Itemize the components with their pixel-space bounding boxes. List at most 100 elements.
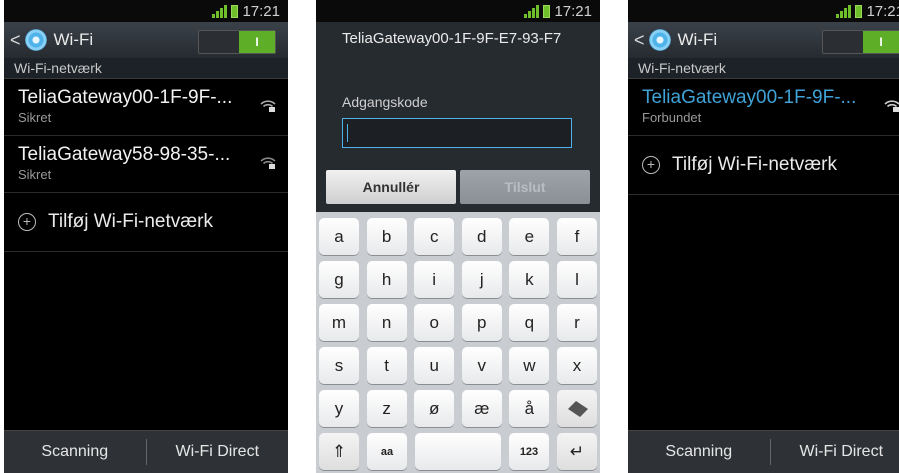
password-dialog: TeliaGateway00-1F-9F-E7-93-F7 Adgangskod… (316, 22, 600, 212)
key[interactable]: m (319, 304, 359, 341)
settings-gear-icon[interactable] (648, 29, 671, 51)
key[interactable]: l (556, 261, 597, 298)
key[interactable]: w (509, 347, 550, 384)
page-title: Wi-Fi (677, 30, 718, 49)
backspace-icon (567, 400, 588, 417)
keyboard-row: a b c d e f (316, 218, 600, 255)
signal-icon (524, 4, 540, 18)
status-bar: 17:21 (628, 0, 899, 22)
phone-screen-connected: 17:21 < Wi-Fi I Wi-Fi-netværk TeliaGatew… (628, 0, 899, 473)
shift-key[interactable]: ⇑ (319, 433, 359, 470)
key[interactable]: c (414, 218, 455, 255)
back-icon[interactable]: < (634, 30, 645, 51)
page-title: Wi-Fi (53, 30, 94, 49)
add-network-button[interactable]: + Tilføj Wi-Fi-netværk (628, 136, 899, 195)
plus-icon: + (18, 213, 36, 231)
key[interactable]: k (509, 261, 550, 298)
status-bar: 17:21 (316, 0, 600, 22)
key[interactable]: a (319, 218, 359, 255)
battery-icon (231, 4, 239, 18)
keyboard-row: y z ø æ å (316, 390, 600, 427)
phone-screen-password-dialog: 17:21 TeliaGateway00-1F-9F-E7-93-F7 Adga… (316, 0, 600, 473)
network-status: Sikret (18, 167, 52, 182)
battery-icon (543, 4, 551, 18)
keyboard-row: s t u v w x (316, 347, 600, 384)
password-input[interactable] (342, 118, 572, 148)
clock: 17:21 (242, 2, 280, 20)
key[interactable]: o (414, 304, 455, 341)
key[interactable]: b (366, 218, 407, 255)
network-status: Forbundet (642, 110, 702, 125)
clock: 17:21 (866, 2, 899, 20)
bottom-bar: Scanning Wi-Fi Direct (628, 430, 899, 473)
keyboard-row: m n o p q r (316, 304, 600, 341)
key[interactable]: g (319, 261, 359, 298)
scan-button[interactable]: Scanning (628, 443, 770, 461)
key[interactable]: h (366, 261, 407, 298)
wifi-toggle[interactable]: I (822, 30, 899, 54)
wifi-direct-button[interactable]: Wi-Fi Direct (147, 443, 289, 461)
keyboard: a b c d e f g h i j k l m n o p q r s t … (316, 212, 600, 473)
key[interactable]: x (556, 347, 597, 384)
key[interactable]: p (461, 304, 502, 341)
add-network-label: Tilføj Wi-Fi-netværk (48, 211, 213, 232)
network-item[interactable]: TeliaGateway58-98-35-... Sikret (4, 136, 288, 193)
section-header: Wi-Fi-netværk (4, 58, 288, 79)
status-bar: 17:21 (4, 0, 288, 22)
key[interactable]: t (366, 347, 407, 384)
key[interactable]: å (509, 390, 550, 427)
bottom-bar: Scanning Wi-Fi Direct (4, 430, 288, 473)
cancel-button[interactable]: Annullér (326, 170, 456, 204)
key[interactable]: y (319, 390, 359, 427)
key[interactable]: n (366, 304, 407, 341)
network-item[interactable]: TeliaGateway00-1F-9F-... Sikret (4, 79, 288, 136)
dialog-buttons: Annullér Tilslut (316, 170, 600, 210)
wifi-locked-icon (884, 100, 899, 112)
wifi-locked-icon (260, 157, 276, 169)
password-label: Adgangskode (342, 94, 428, 110)
add-network-button[interactable]: + Tilføj Wi-Fi-netværk (4, 193, 288, 252)
key[interactable]: s (319, 347, 359, 384)
back-icon[interactable]: < (10, 30, 21, 51)
network-item-connected[interactable]: TeliaGateway00-1F-9F-... Forbundet (628, 79, 899, 136)
key[interactable]: e (509, 218, 550, 255)
toggle-knob: I (863, 31, 899, 53)
keyboard-row: ⇑ aa 123 ↵ (316, 433, 600, 470)
settings-gear-icon[interactable] (24, 29, 47, 51)
key[interactable]: f (556, 218, 597, 255)
case-key[interactable]: aa (367, 433, 407, 470)
key[interactable]: d (461, 218, 502, 255)
phone-screen-wifi-list: 17:21 < Wi-Fi I Wi-Fi-netværk TeliaGatew… (4, 0, 288, 473)
section-header: Wi-Fi-netværk (628, 58, 899, 79)
keyboard-row: g h i j k l (316, 261, 600, 298)
symbols-key[interactable]: 123 (509, 433, 549, 470)
key[interactable]: i (414, 261, 455, 298)
key[interactable]: r (556, 304, 597, 341)
enter-key[interactable]: ↵ (557, 433, 597, 470)
network-ssid: TeliaGateway58-98-35-... (18, 144, 231, 165)
wifi-toggle[interactable]: I (198, 30, 276, 54)
clock: 17:21 (554, 2, 592, 20)
text-caret (347, 124, 348, 142)
network-ssid: TeliaGateway00-1F-9F-... (642, 87, 857, 108)
key[interactable]: u (414, 347, 455, 384)
key[interactable]: æ (461, 390, 502, 427)
network-ssid: TeliaGateway00-1F-9F-... (18, 87, 233, 108)
key[interactable]: z (366, 390, 407, 427)
key[interactable]: v (461, 347, 502, 384)
wifi-locked-icon (260, 100, 276, 112)
wifi-direct-button[interactable]: Wi-Fi Direct (771, 443, 899, 461)
dialog-title: TeliaGateway00-1F-9F-E7-93-F7 (342, 30, 562, 47)
add-network-label: Tilføj Wi-Fi-netværk (672, 154, 837, 175)
key[interactable]: j (461, 261, 502, 298)
space-key[interactable] (415, 433, 501, 470)
backspace-key[interactable] (556, 390, 597, 427)
scan-button[interactable]: Scanning (4, 443, 146, 461)
key[interactable]: ø (414, 390, 455, 427)
plus-icon: + (642, 156, 660, 174)
toggle-knob: I (239, 31, 275, 53)
signal-icon (836, 4, 852, 18)
key[interactable]: q (509, 304, 550, 341)
connect-button[interactable]: Tilslut (460, 170, 590, 204)
signal-icon (212, 4, 228, 18)
